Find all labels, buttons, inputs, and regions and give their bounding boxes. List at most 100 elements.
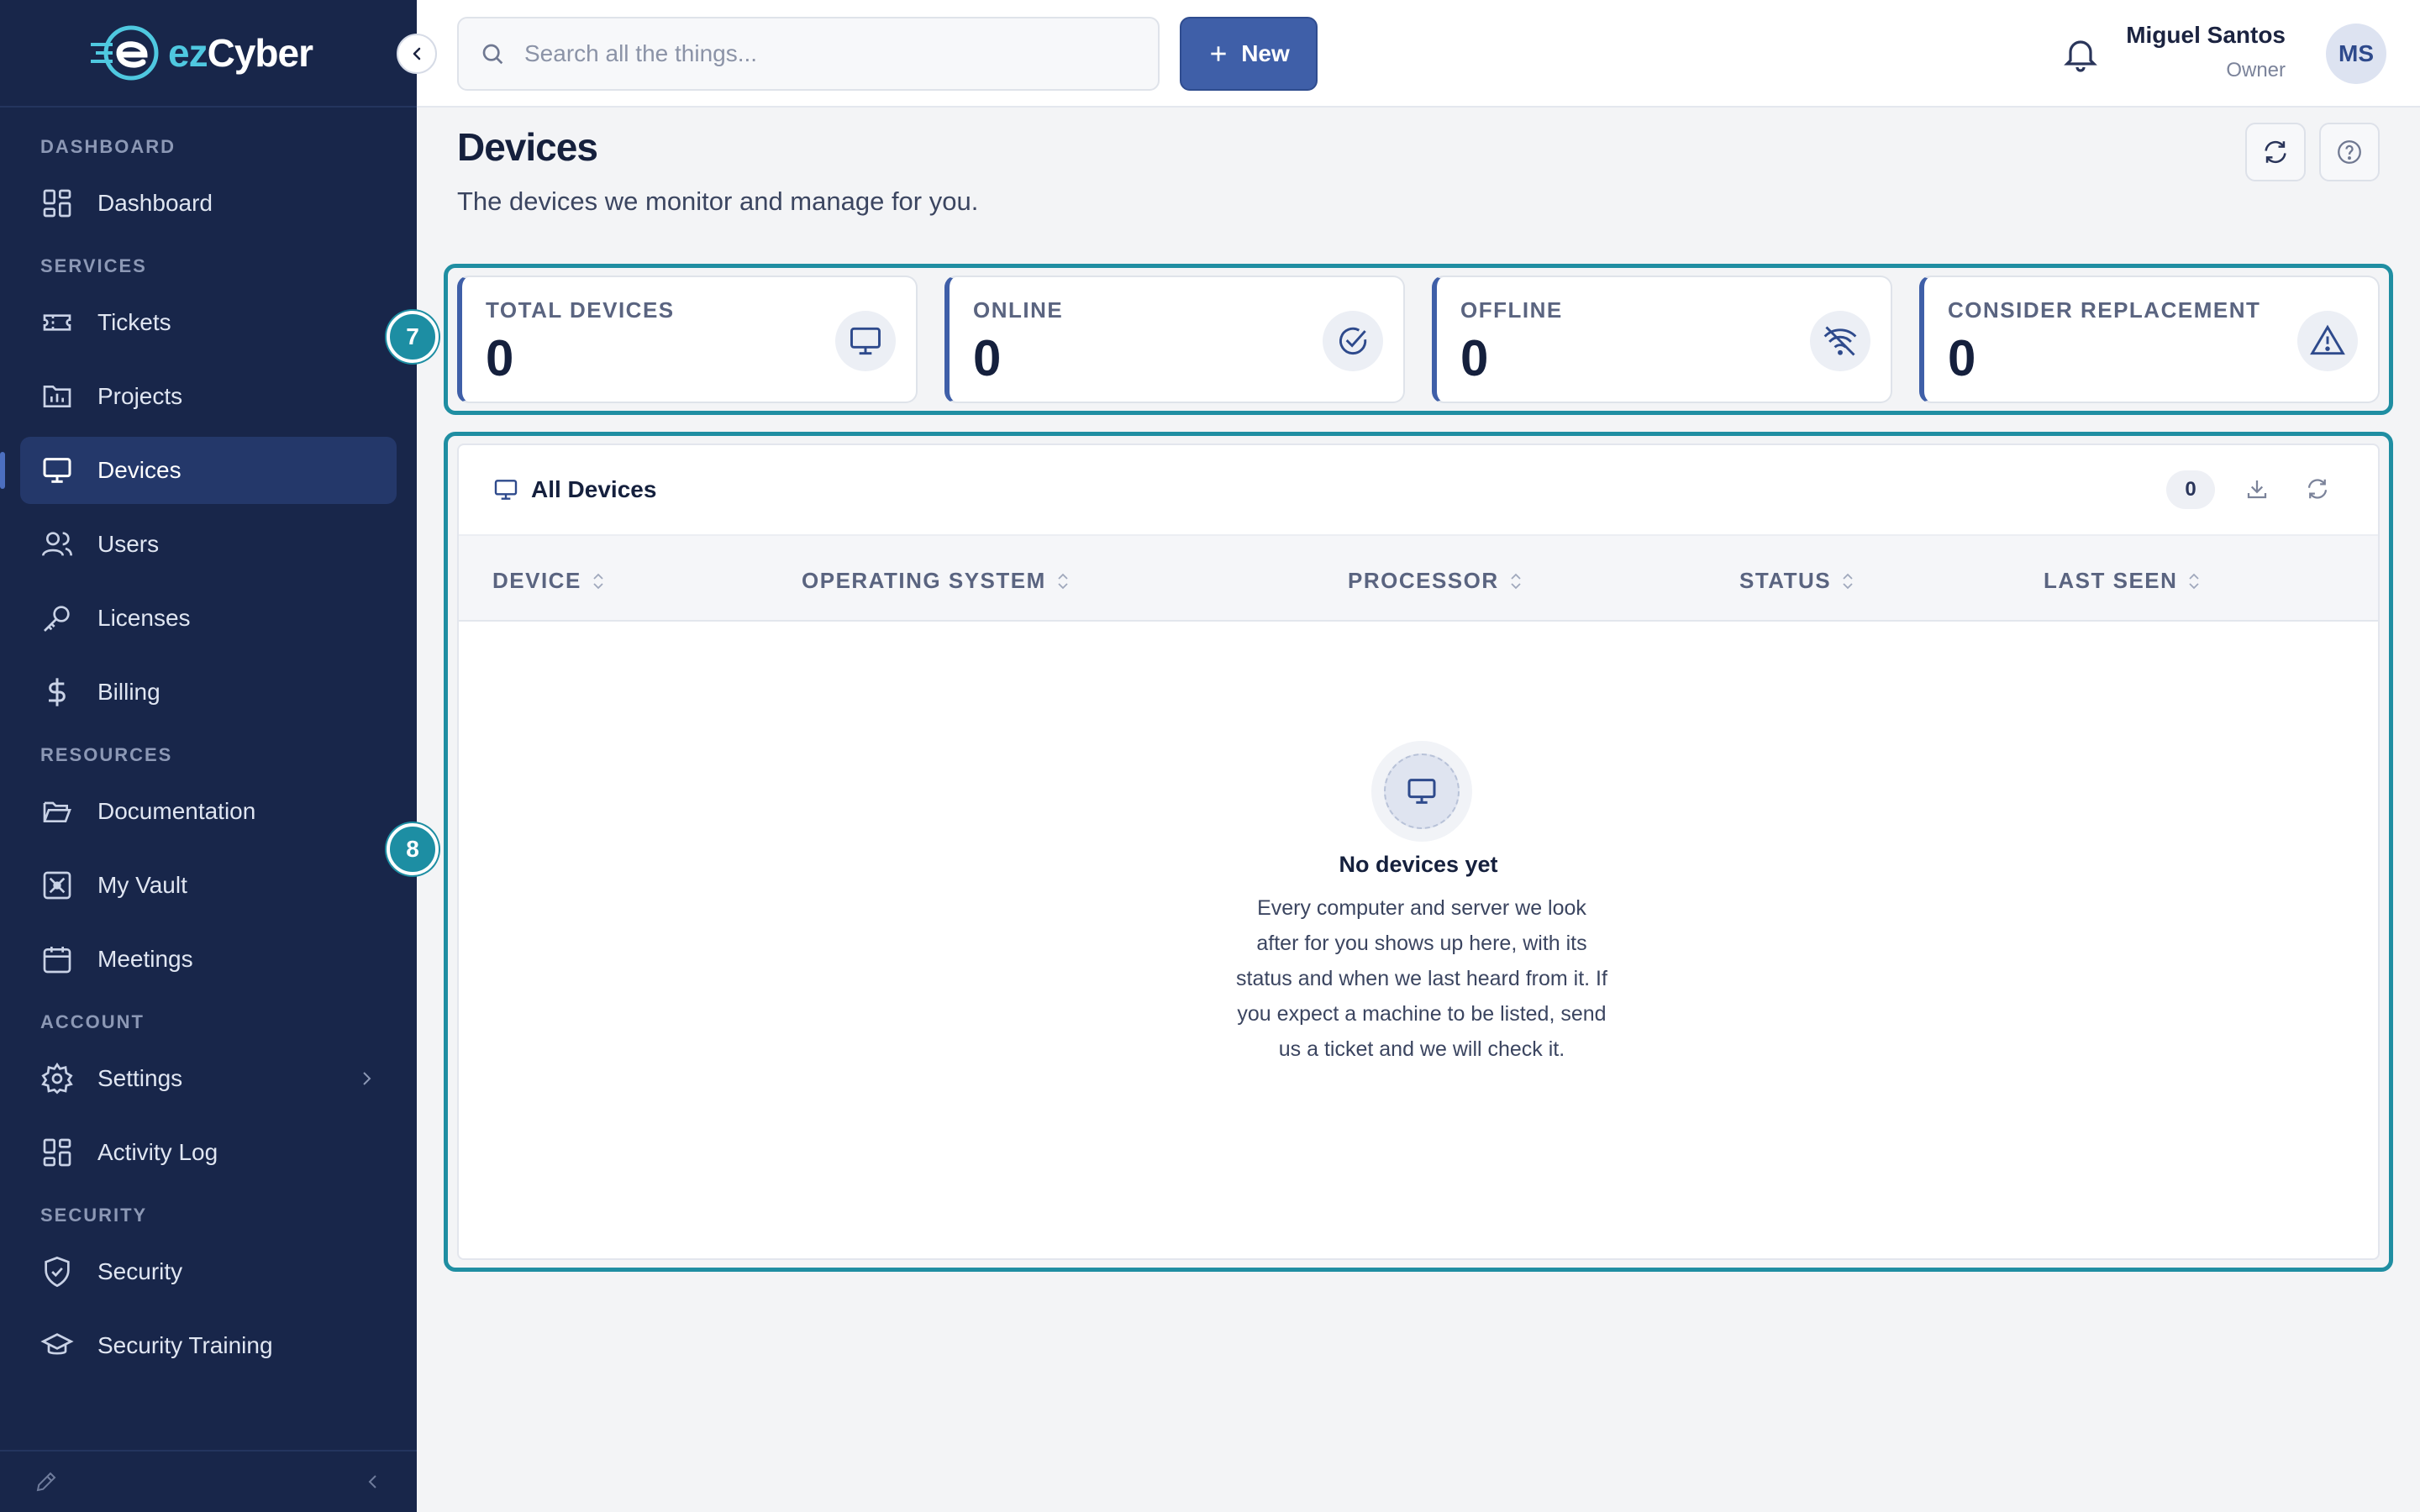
key-icon — [44, 606, 70, 632]
sidebar-footer — [0, 1450, 417, 1512]
sidebar-item-meetings[interactable]: Meetings — [20, 926, 397, 993]
sidebar-item-label: Licenses — [97, 605, 191, 631]
empty-state-title: No devices yet — [1339, 852, 1498, 877]
graduation-cap-icon — [40, 1333, 74, 1355]
sidebar-item-label: Security — [97, 1258, 183, 1284]
download-icon — [2247, 480, 2267, 499]
sort-icon — [1511, 573, 1521, 589]
warning-icon — [2297, 311, 2358, 371]
chevron-left-icon — [413, 47, 421, 60]
avatar[interactable]: MS — [2326, 24, 2386, 84]
stat-label: TOTAL DEVICES — [486, 297, 675, 323]
page-subtitle: The devices we monitor and manage for yo… — [457, 186, 979, 216]
nav-section-resources: RESOURCES — [40, 744, 173, 765]
panel-header: All Devices — [459, 445, 2378, 534]
column-header-operating-system[interactable]: OPERATING SYSTEM — [802, 568, 1070, 594]
sidebar-item-label: Settings — [97, 1065, 183, 1091]
column-header-label: DEVICE — [492, 568, 581, 593]
wifi-off-icon — [1810, 311, 1870, 371]
refresh-icon — [2307, 479, 2328, 499]
sidebar-item-label: Dashboard — [97, 190, 213, 216]
user-role: Owner — [2226, 59, 2286, 81]
pencil-icon[interactable] — [34, 1469, 59, 1494]
column-header-label: LAST SEEN — [2044, 568, 2178, 593]
folder-open-icon — [43, 801, 71, 822]
column-header-status[interactable]: STATUS — [1739, 568, 1854, 594]
sidebar-item-label: Documentation — [97, 798, 256, 824]
sidebar-item-label: Tickets — [97, 309, 171, 335]
sidebar-item-label: Meetings — [97, 946, 193, 972]
column-header-processor[interactable]: PROCESSOR — [1348, 568, 1523, 594]
sidebar-item-dashboard[interactable]: Dashboard — [20, 170, 397, 237]
export-button[interactable] — [2240, 472, 2274, 506]
help-circle-icon — [2338, 140, 2361, 164]
stat-value: 0 — [973, 330, 1002, 386]
nav-section-account: ACCOUNT — [40, 1011, 145, 1032]
refresh-icon — [2265, 140, 2286, 164]
sidebar-item-tickets[interactable]: Tickets — [20, 289, 397, 356]
sidebar-item-label: Activity Log — [97, 1139, 218, 1165]
stat-value: 0 — [486, 330, 514, 386]
sidebar-item-settings[interactable]: Settings — [20, 1045, 397, 1112]
sidebar-item-label: Security Training — [97, 1332, 273, 1358]
help-button[interactable] — [2319, 123, 2380, 181]
table-refresh-button[interactable] — [2301, 472, 2334, 506]
stat-card-total-devices: TOTAL DEVICES 0 — [457, 276, 918, 403]
monitor-icon — [494, 480, 518, 500]
grid-icon — [43, 189, 71, 218]
sidebar-item-label: Billing — [97, 679, 160, 705]
stat-card-consider-replacement: CONSIDER REPLACEMENT 0 — [1919, 276, 2380, 403]
bell-icon[interactable] — [2060, 34, 2101, 74]
page-title: Devices — [457, 125, 598, 169]
device-count-badge: 0 — [2166, 470, 2215, 509]
empty-state-icon-inner — [1384, 753, 1460, 829]
step-marker-7: 7 — [387, 311, 439, 363]
sidebar-item-label: My Vault — [97, 872, 187, 898]
devices-table-panel: All Devices 0 DEVICE OPERATING SYSTEM PR… — [457, 444, 2380, 1260]
sort-icon — [2189, 573, 2200, 589]
step-marker-8: 8 — [387, 823, 439, 875]
sidebar-item-security[interactable]: Security — [20, 1238, 397, 1305]
sidebar-item-security-training[interactable]: Security Training — [20, 1312, 397, 1379]
stat-label: CONSIDER REPLACEMENT — [1948, 297, 2261, 323]
stat-card-online: ONLINE 0 — [944, 276, 1405, 403]
new-button-label: New — [1241, 40, 1290, 66]
chevron-left-icon[interactable] — [363, 1472, 383, 1492]
empty-state-icon — [1371, 741, 1472, 842]
user-name[interactable]: Miguel Santos — [2126, 22, 2286, 49]
column-header-device[interactable]: DEVICE — [492, 568, 605, 594]
search-icon — [482, 44, 503, 65]
sidebar-item-label: Devices — [97, 457, 182, 483]
sidebar-item-billing[interactable]: Billing — [20, 659, 397, 726]
stat-label: OFFLINE — [1460, 297, 1563, 323]
refresh-button[interactable] — [2245, 123, 2306, 181]
sidebar-item-my-vault[interactable]: My Vault — [20, 852, 397, 919]
column-header-label: OPERATING SYSTEM — [802, 568, 1046, 593]
users-icon — [42, 532, 72, 556]
sidebar-item-projects[interactable]: Projects — [20, 363, 397, 430]
check-circle-icon — [1323, 311, 1383, 371]
search-box[interactable] — [457, 17, 1160, 91]
empty-state-text: Every computer and server we look after … — [1236, 896, 1607, 1061]
topbar: New Miguel Santos Owner MS — [417, 0, 2420, 108]
sidebar-item-licenses[interactable]: Licenses — [20, 585, 397, 652]
sidebar-item-documentation[interactable]: Documentation — [20, 778, 397, 845]
sidebar-item-devices[interactable]: Devices — [0, 437, 397, 504]
new-button[interactable]: New — [1180, 17, 1318, 91]
sidebar-item-activity-log[interactable]: Activity Log — [20, 1119, 397, 1186]
vault-icon — [43, 871, 71, 900]
sidebar-item-label: Users — [97, 531, 160, 557]
plus-icon — [1211, 46, 1226, 61]
column-header-last-seen[interactable]: LAST SEEN — [2044, 568, 2201, 594]
logo[interactable]: ezCyber — [87, 24, 313, 82]
search-input[interactable] — [524, 40, 1113, 67]
nav-section-security: SECURITY — [40, 1205, 148, 1226]
ticket-icon — [43, 314, 71, 331]
logo-mark-icon — [91, 25, 159, 81]
panel-title: All Devices — [531, 476, 657, 502]
sidebar-item-label: Projects — [97, 383, 183, 409]
gear-icon — [41, 1062, 73, 1095]
collapse-sidebar-button[interactable] — [397, 34, 437, 74]
stat-value: 0 — [1948, 330, 1976, 386]
sidebar-item-users[interactable]: Users — [20, 511, 397, 578]
